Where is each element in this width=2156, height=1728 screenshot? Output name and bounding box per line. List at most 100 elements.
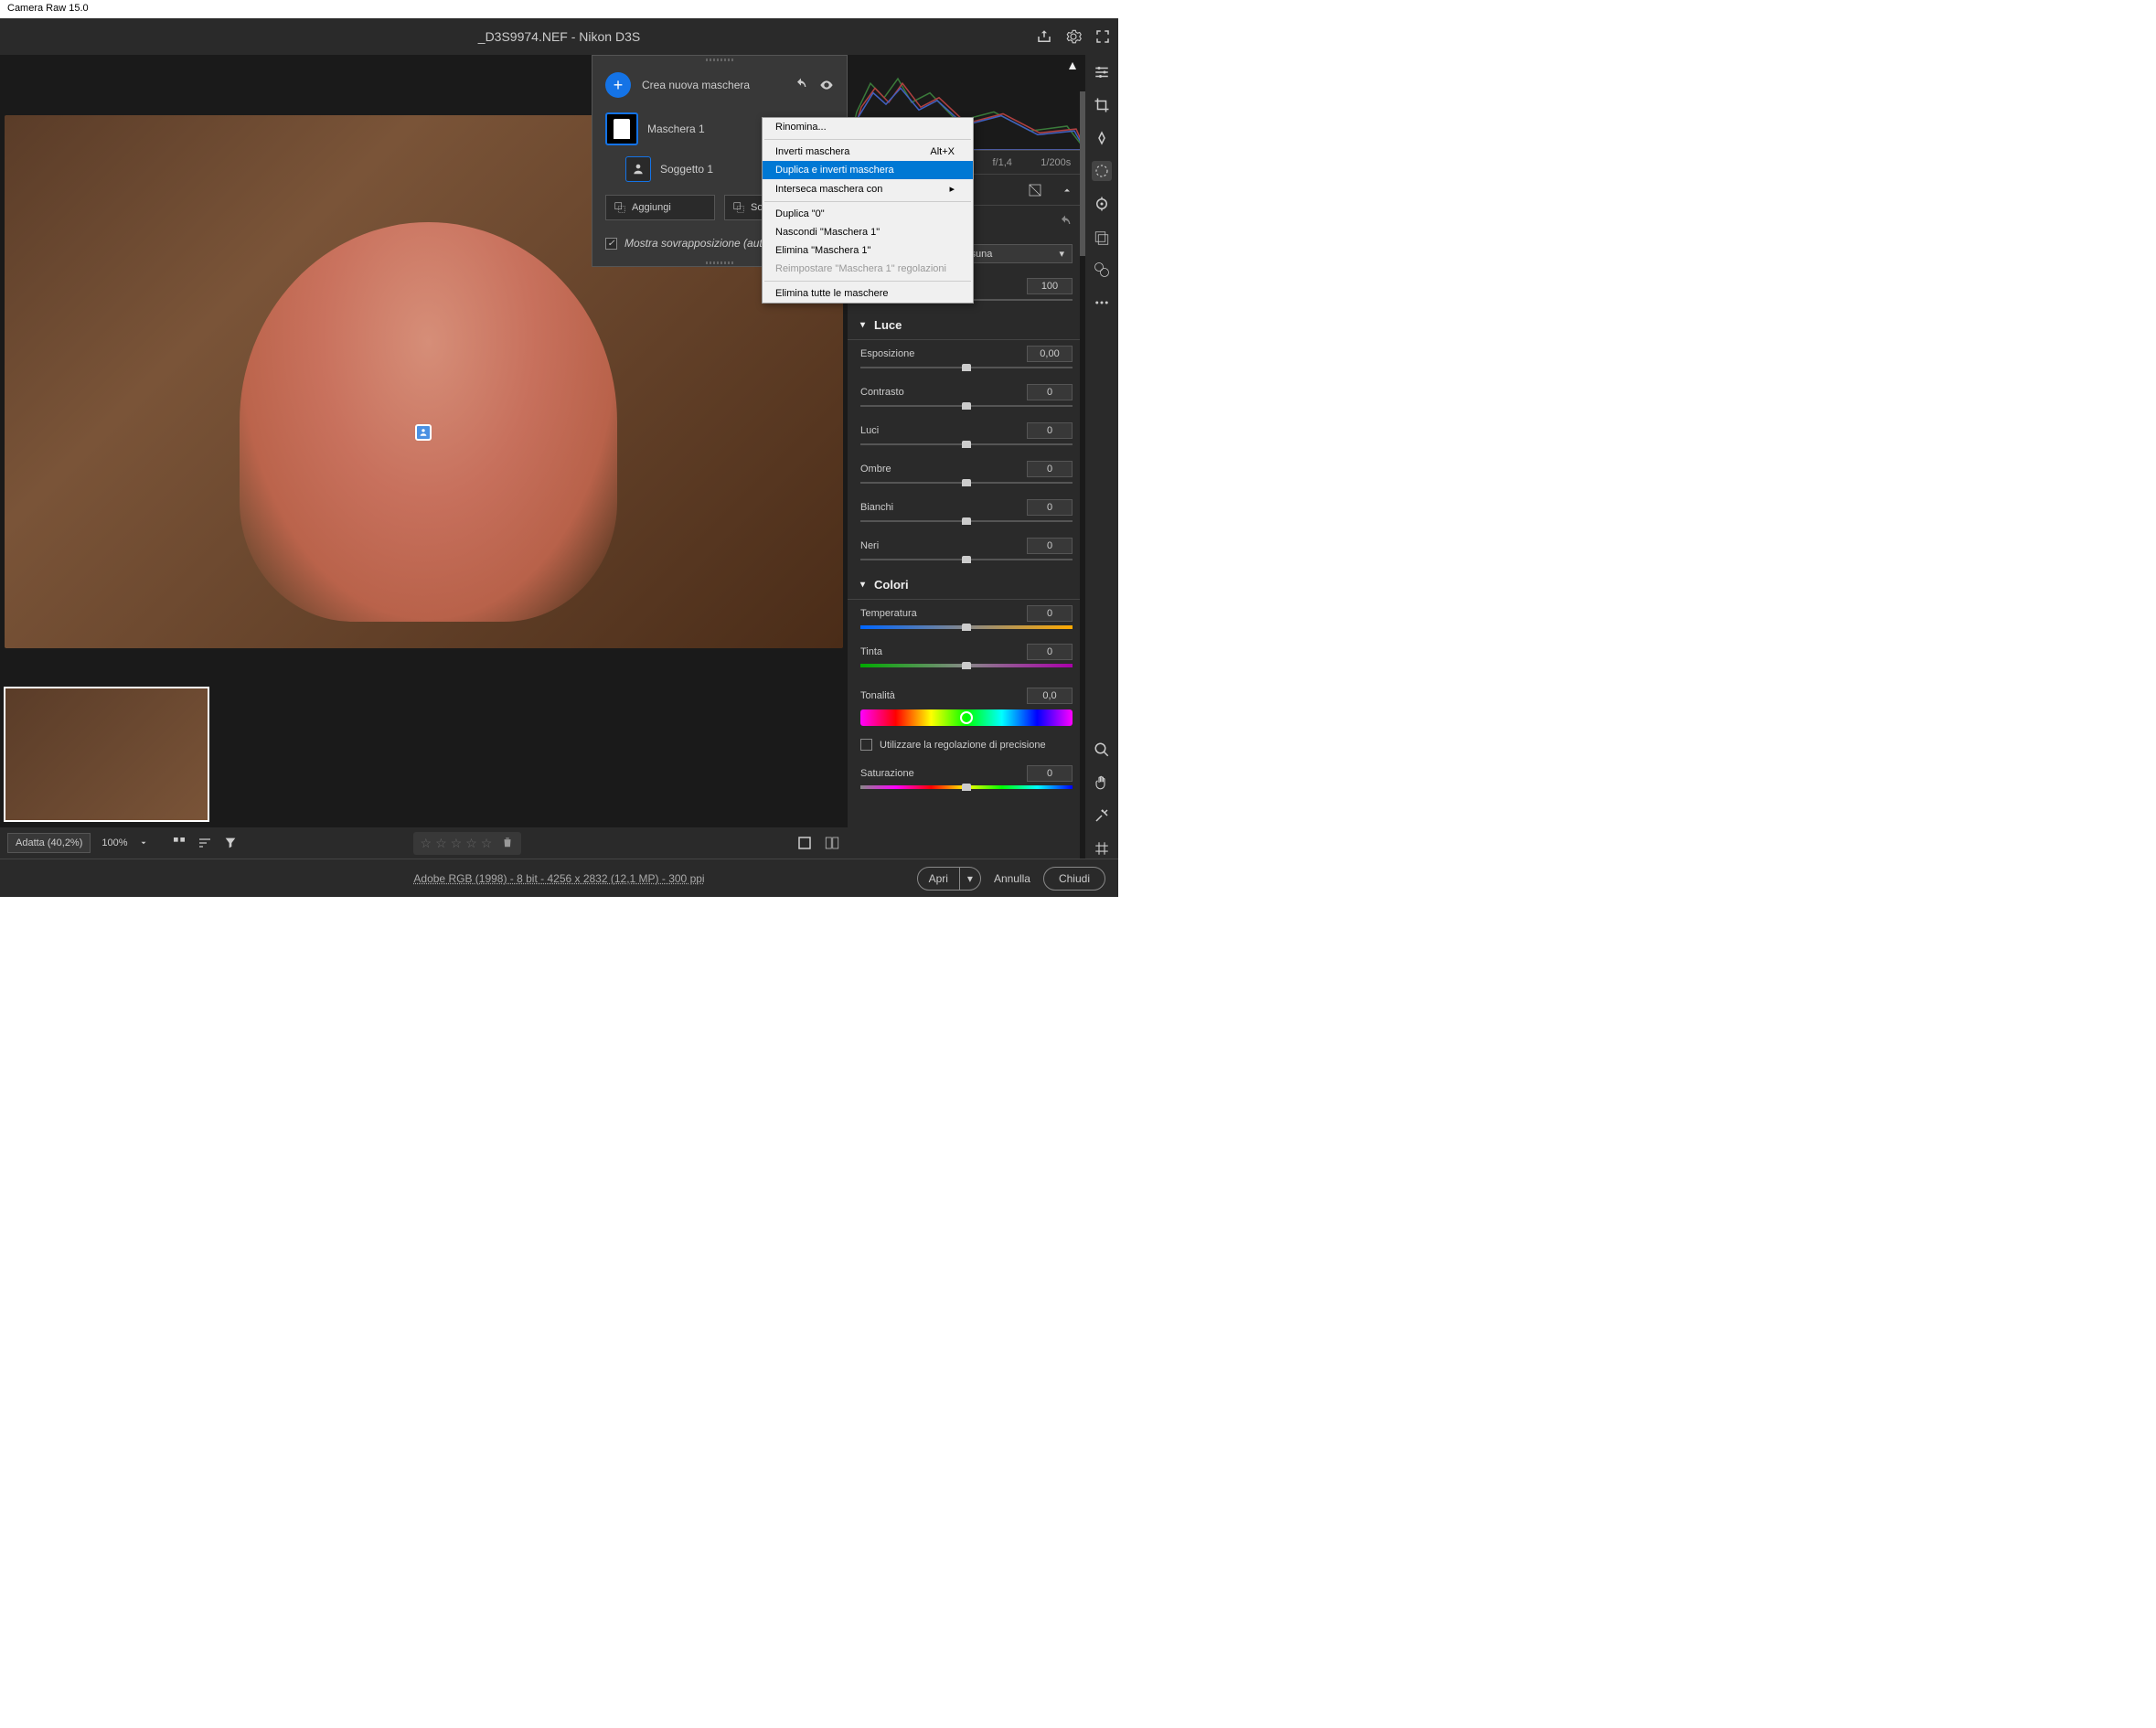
sampler-tool-icon[interactable] [1092,805,1112,826]
chevron-up-icon[interactable] [1062,185,1073,196]
exposure-slider[interactable] [860,364,1073,371]
shadows-value[interactable]: 0 [1027,461,1073,477]
temperature-value[interactable]: 0 [1027,605,1073,622]
star-icon[interactable]: ☆ [465,836,477,851]
precision-checkbox[interactable] [860,739,872,751]
hue-value[interactable]: 0,0 [1027,688,1073,704]
light-section-header[interactable]: ▾ Luce [848,311,1085,340]
saturation-label: Saturazione [860,768,914,779]
show-overlay-checkbox[interactable] [605,238,617,250]
menu-duplicate[interactable]: Duplica "0" [763,205,973,223]
auto-mask-icon[interactable] [1027,182,1043,198]
star-icon[interactable]: ☆ [481,836,493,851]
menu-delete[interactable]: Elimina "Maschera 1" [763,241,973,260]
highlights-slider[interactable] [860,441,1073,448]
cancel-button[interactable]: Annulla [994,872,1030,885]
open-button[interactable]: Apri ▾ [917,867,981,891]
chevron-down-icon[interactable] [139,838,148,848]
color-section-header[interactable]: ▾ Colori [848,571,1085,600]
open-label: Apri [918,868,959,890]
chevron-down-icon: ▾ [860,320,865,330]
contrast-slider[interactable] [860,402,1073,410]
window-titlebar: Camera Raw 15.0 [0,0,1118,18]
rating-stars[interactable]: ☆ ☆ ☆ ☆ ☆ [413,832,522,855]
settings-gear-icon[interactable] [1065,28,1082,45]
tool-strip [1085,55,1118,859]
grid-view-icon[interactable] [172,836,187,850]
saturation-value[interactable]: 0 [1027,765,1073,782]
subject-thumbnail[interactable] [625,156,651,182]
saturation-slider[interactable] [860,784,1073,791]
open-dropdown-icon[interactable]: ▾ [959,868,980,890]
shadows-slider[interactable] [860,479,1073,486]
shutter-value: 1/200s [1041,157,1071,168]
menu-hide[interactable]: Nascondi "Maschera 1" [763,223,973,241]
subject-marker-icon[interactable] [415,424,432,441]
blacks-value[interactable]: 0 [1027,538,1073,554]
trash-icon[interactable] [501,836,514,848]
zoom-fit-dropdown[interactable]: Adatta (40,2%) [7,833,91,853]
output-settings-link[interactable]: Adobe RGB (1998) - 8 bit - 4256 x 2832 (… [413,872,704,885]
export-icon[interactable] [1036,28,1052,45]
footer-bar: Adobe RGB (1998) - 8 bit - 4256 x 2832 (… [0,859,1118,897]
zoom-100-button[interactable]: 100% [101,837,127,848]
star-icon[interactable]: ☆ [435,836,447,851]
tint-slider[interactable] [860,662,1073,669]
menu-invert[interactable]: Inverti mascheraAlt+X [763,143,973,161]
hand-tool-icon[interactable] [1092,773,1112,793]
redeye-tool-icon[interactable] [1092,194,1112,214]
whites-value[interactable]: 0 [1027,499,1073,516]
document-title: _D3S9974.NEF - Nikon D3S [478,29,640,44]
mask-thumbnail[interactable] [605,112,638,145]
create-mask-label: Crea nuova maschera [642,79,750,91]
menu-duplicate-invert[interactable]: Duplica e inverti maschera [763,161,973,179]
snapshot-icon[interactable] [1092,227,1112,247]
create-mask-button[interactable]: + [605,72,631,98]
highlights-label: Luci [860,425,879,436]
panel-scrollbar[interactable] [1080,55,1085,859]
compare-view-icon[interactable] [824,835,840,851]
clip-highlight-icon[interactable] [1067,60,1078,71]
single-view-icon[interactable] [796,835,813,851]
hue-slider[interactable] [860,709,1073,726]
filmstrip [0,681,848,827]
grid-tool-icon[interactable] [1092,838,1112,859]
panel-grip[interactable] [592,56,847,63]
menu-intersect[interactable]: Interseca maschera con▸ [763,179,973,198]
contrast-value[interactable]: 0 [1027,384,1073,400]
filmstrip-thumbnail[interactable] [4,687,209,822]
menu-delete-all[interactable]: Elimina tutte le maschere [763,284,973,303]
shortcut-label: Alt+X [930,146,955,157]
highlights-value[interactable]: 0 [1027,422,1073,439]
crop-tool-icon[interactable] [1092,95,1112,115]
show-overlay-label: Mostra sovrapposizione (auto) [624,237,772,250]
done-button[interactable]: Chiudi [1043,867,1105,891]
add-to-mask-button[interactable]: Aggiungi [605,195,715,220]
star-icon[interactable]: ☆ [421,836,432,851]
undo-icon[interactable] [794,78,808,92]
star-icon[interactable]: ☆ [451,836,463,851]
whites-label: Bianchi [860,502,893,513]
mask-tool-icon[interactable] [1092,161,1112,181]
temperature-slider[interactable] [860,624,1073,631]
edit-tool-icon[interactable] [1092,62,1112,82]
menu-rename[interactable]: Rinomina... [763,118,973,136]
fullscreen-icon[interactable] [1094,28,1111,45]
preset-icon[interactable] [1092,260,1112,280]
mask-context-menu: Rinomina... Inverti mascheraAlt+X Duplic… [762,117,974,304]
filter-icon[interactable] [223,836,238,850]
amount-value[interactable]: 100 [1027,278,1073,294]
image-preview[interactable]: + Crea nuova maschera Maschera 1 ••• [0,55,848,681]
zoom-tool-icon[interactable] [1092,740,1112,760]
eye-icon[interactable] [819,78,834,92]
reset-icon[interactable] [1058,215,1073,229]
tint-value[interactable]: 0 [1027,644,1073,660]
blacks-slider[interactable] [860,556,1073,563]
sort-icon[interactable] [197,836,212,850]
whites-slider[interactable] [860,517,1073,525]
exposure-value[interactable]: 0,00 [1027,346,1073,362]
light-label: Luce [874,318,902,332]
contrast-label: Contrasto [860,387,904,398]
more-icon[interactable] [1092,293,1112,313]
heal-tool-icon[interactable] [1092,128,1112,148]
